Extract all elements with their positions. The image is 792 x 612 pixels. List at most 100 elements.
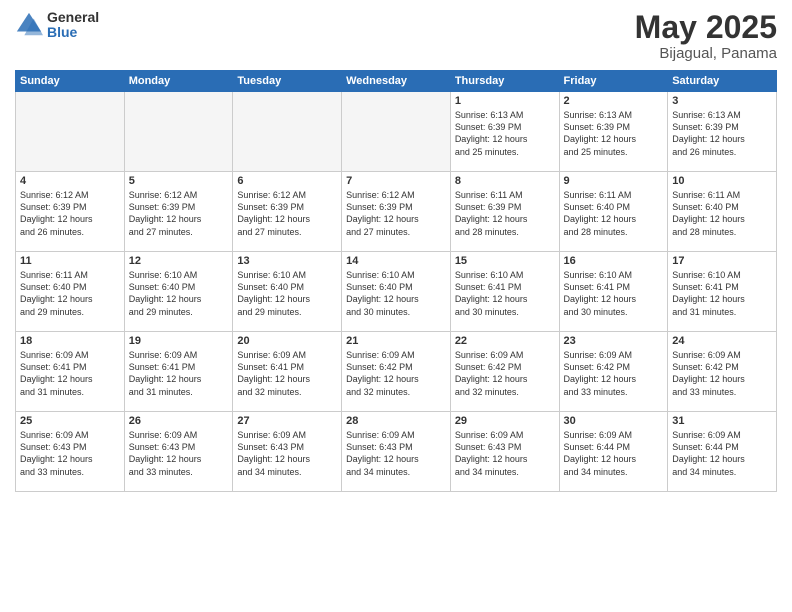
- day-cell: 9Sunrise: 6:11 AM Sunset: 6:40 PM Daylig…: [559, 172, 668, 252]
- day-info: Sunrise: 6:09 AM Sunset: 6:43 PM Dayligh…: [346, 429, 446, 478]
- day-info: Sunrise: 6:12 AM Sunset: 6:39 PM Dayligh…: [346, 189, 446, 238]
- calendar-title: May 2025: [635, 10, 777, 45]
- col-monday: Monday: [124, 71, 233, 92]
- day-cell: 15Sunrise: 6:10 AM Sunset: 6:41 PM Dayli…: [450, 252, 559, 332]
- calendar-table: Sunday Monday Tuesday Wednesday Thursday…: [15, 70, 777, 492]
- day-info: Sunrise: 6:13 AM Sunset: 6:39 PM Dayligh…: [455, 109, 555, 158]
- day-number: 29: [455, 415, 555, 427]
- logo-text: General Blue: [47, 10, 99, 41]
- day-info: Sunrise: 6:09 AM Sunset: 6:43 PM Dayligh…: [237, 429, 337, 478]
- col-wednesday: Wednesday: [342, 71, 451, 92]
- day-cell: 19 Sunrise: 6:09 AM Sunset: 6:41 PM Dayli…: [124, 332, 233, 412]
- day-cell: 6 Sunrise: 6:12 AM Sunset: 6:39 PM Daylig…: [233, 172, 342, 252]
- day-cell: 2 Sunrise: 6:13 AM Sunset: 6:39 PM Daylig…: [559, 92, 668, 172]
- day-cell: 8 Sunrise: 6:11 AM Sunset: 6:39 PM Daylig…: [450, 172, 559, 252]
- day-number: 31: [672, 415, 772, 427]
- day-number: 30: [564, 415, 664, 427]
- day-info: Sunrise: 6:09 AM Sunset: 6:42 PM Dayligh…: [346, 349, 446, 398]
- day-info: Sunrise: 6:09 AM Sunset: 6:41 PM Dayligh…: [20, 349, 120, 398]
- logo-blue-text: Blue: [47, 25, 99, 40]
- col-sunday: Sunday: [16, 71, 125, 92]
- col-thursday: Thursday: [450, 71, 559, 92]
- logo: General Blue: [15, 10, 99, 41]
- day-cell: 4 Sunrise: 6:12 AM Sunset: 6:39 PM Daylig…: [16, 172, 125, 252]
- day-info: Sunrise: 6:09 AM Sunset: 6:42 PM Dayligh…: [455, 349, 555, 398]
- day-info: Sunrise: 6:09 AM Sunset: 6:42 PM Dayligh…: [564, 349, 664, 398]
- day-cell: 28Sunrise: 6:09 AM Sunset: 6:43 PM Dayli…: [342, 412, 451, 492]
- day-info: Sunrise: 6:12 AM Sunset: 6:39 PM Dayligh…: [20, 189, 120, 238]
- day-info: Sunrise: 6:09 AM Sunset: 6:41 PM Dayligh…: [237, 349, 337, 398]
- day-info: Sunrise: 6:13 AM Sunset: 6:39 PM Dayligh…: [564, 109, 664, 158]
- day-number: 9: [564, 175, 664, 187]
- day-info: Sunrise: 6:11 AM Sunset: 6:39 PM Dayligh…: [455, 189, 555, 238]
- day-info: Sunrise: 6:10 AM Sunset: 6:40 PM Dayligh…: [129, 269, 229, 318]
- day-number: 5: [129, 175, 229, 187]
- day-cell: 31 Sunrise: 6:09 AM Sunset: 6:44 PM Dayli…: [668, 412, 777, 492]
- week-row-5: 25 Sunrise: 6:09 AM Sunset: 6:43 PM Dayli…: [16, 412, 777, 492]
- day-cell: 3Sunrise: 6:13 AM Sunset: 6:39 PM Daylig…: [668, 92, 777, 172]
- day-info: Sunrise: 6:09 AM Sunset: 6:44 PM Dayligh…: [672, 429, 772, 478]
- day-number: 14: [346, 255, 446, 267]
- day-cell: [124, 92, 233, 172]
- day-info: Sunrise: 6:11 AM Sunset: 6:40 PM Dayligh…: [672, 189, 772, 238]
- day-info: Sunrise: 6:09 AM Sunset: 6:43 PM Dayligh…: [20, 429, 120, 478]
- week-row-3: 11Sunrise: 6:11 AM Sunset: 6:40 PM Dayli…: [16, 252, 777, 332]
- day-number: 10: [672, 175, 772, 187]
- day-cell: 13Sunrise: 6:10 AM Sunset: 6:40 PM Dayli…: [233, 252, 342, 332]
- day-info: Sunrise: 6:09 AM Sunset: 6:41 PM Dayligh…: [129, 349, 229, 398]
- day-number: 11: [20, 255, 120, 267]
- day-number: 2: [564, 95, 664, 107]
- day-number: 8: [455, 175, 555, 187]
- day-cell: 30 Sunrise: 6:09 AM Sunset: 6:44 PM Dayli…: [559, 412, 668, 492]
- day-number: 18: [20, 335, 120, 347]
- day-cell: 11Sunrise: 6:11 AM Sunset: 6:40 PM Dayli…: [16, 252, 125, 332]
- col-saturday: Saturday: [668, 71, 777, 92]
- day-number: 24: [672, 335, 772, 347]
- day-number: 19: [129, 335, 229, 347]
- day-info: Sunrise: 6:09 AM Sunset: 6:44 PM Dayligh…: [564, 429, 664, 478]
- day-number: 17: [672, 255, 772, 267]
- day-cell: 23 Sunrise: 6:09 AM Sunset: 6:42 PM Dayli…: [559, 332, 668, 412]
- day-info: Sunrise: 6:13 AM Sunset: 6:39 PM Dayligh…: [672, 109, 772, 158]
- day-number: 13: [237, 255, 337, 267]
- day-cell: 12 Sunrise: 6:10 AM Sunset: 6:40 PM Dayli…: [124, 252, 233, 332]
- day-number: 26: [129, 415, 229, 427]
- day-cell: 27 Sunrise: 6:09 AM Sunset: 6:43 PM Dayli…: [233, 412, 342, 492]
- day-cell: [233, 92, 342, 172]
- day-info: Sunrise: 6:10 AM Sunset: 6:41 PM Dayligh…: [672, 269, 772, 318]
- day-cell: 18 Sunrise: 6:09 AM Sunset: 6:41 PM Dayli…: [16, 332, 125, 412]
- col-tuesday: Tuesday: [233, 71, 342, 92]
- day-number: 1: [455, 95, 555, 107]
- day-cell: 25 Sunrise: 6:09 AM Sunset: 6:43 PM Dayli…: [16, 412, 125, 492]
- day-number: 4: [20, 175, 120, 187]
- day-cell: 16Sunrise: 6:10 AM Sunset: 6:41 PM Dayli…: [559, 252, 668, 332]
- header-row: Sunday Monday Tuesday Wednesday Thursday…: [16, 71, 777, 92]
- week-row-2: 4 Sunrise: 6:12 AM Sunset: 6:39 PM Daylig…: [16, 172, 777, 252]
- week-row-4: 18 Sunrise: 6:09 AM Sunset: 6:41 PM Dayli…: [16, 332, 777, 412]
- day-number: 12: [129, 255, 229, 267]
- day-cell: 22Sunrise: 6:09 AM Sunset: 6:42 PM Dayli…: [450, 332, 559, 412]
- day-info: Sunrise: 6:12 AM Sunset: 6:39 PM Dayligh…: [237, 189, 337, 238]
- day-number: 27: [237, 415, 337, 427]
- page: General Blue May 2025 Bijagual, Panama S…: [0, 0, 792, 612]
- day-info: Sunrise: 6:10 AM Sunset: 6:41 PM Dayligh…: [564, 269, 664, 318]
- day-info: Sunrise: 6:12 AM Sunset: 6:39 PM Dayligh…: [129, 189, 229, 238]
- day-info: Sunrise: 6:09 AM Sunset: 6:42 PM Dayligh…: [672, 349, 772, 398]
- day-cell: [342, 92, 451, 172]
- day-cell: 1 Sunrise: 6:13 AM Sunset: 6:39 PM Daylig…: [450, 92, 559, 172]
- day-number: 23: [564, 335, 664, 347]
- day-cell: 5 Sunrise: 6:12 AM Sunset: 6:39 PM Daylig…: [124, 172, 233, 252]
- day-info: Sunrise: 6:09 AM Sunset: 6:43 PM Dayligh…: [129, 429, 229, 478]
- day-number: 25: [20, 415, 120, 427]
- logo-icon: [15, 11, 43, 39]
- day-cell: 17 Sunrise: 6:10 AM Sunset: 6:41 PM Dayli…: [668, 252, 777, 332]
- day-cell: [16, 92, 125, 172]
- header: General Blue May 2025 Bijagual, Panama: [15, 10, 777, 62]
- day-cell: 24 Sunrise: 6:09 AM Sunset: 6:42 PM Dayli…: [668, 332, 777, 412]
- logo-general-text: General: [47, 10, 99, 25]
- day-info: Sunrise: 6:09 AM Sunset: 6:43 PM Dayligh…: [455, 429, 555, 478]
- day-number: 6: [237, 175, 337, 187]
- calendar-subtitle: Bijagual, Panama: [635, 45, 777, 62]
- day-info: Sunrise: 6:10 AM Sunset: 6:40 PM Dayligh…: [346, 269, 446, 318]
- day-cell: 29 Sunrise: 6:09 AM Sunset: 6:43 PM Dayli…: [450, 412, 559, 492]
